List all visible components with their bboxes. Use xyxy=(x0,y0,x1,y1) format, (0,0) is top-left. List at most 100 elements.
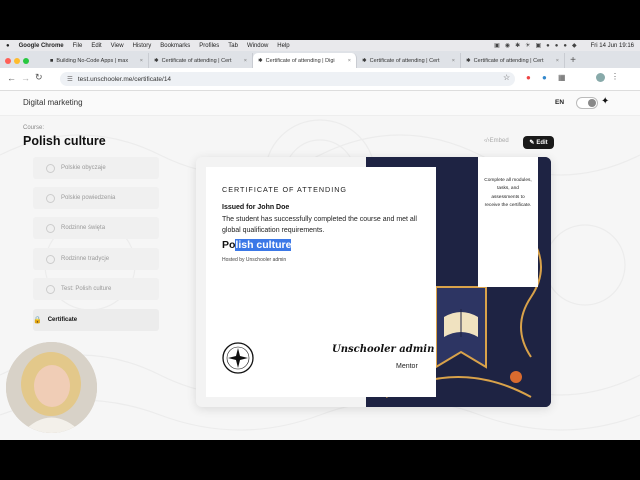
tab-label: Certificate of attending | Digi xyxy=(265,57,335,64)
signer-role: Mentor xyxy=(396,363,418,370)
edit-label: Edit xyxy=(536,139,548,146)
pencil-icon: ✎ xyxy=(529,140,535,146)
menubar-clock: Fri 14 Jun 19:16 xyxy=(590,42,634,49)
lock-icon: 🔒 xyxy=(33,317,42,324)
close-window-icon[interactable] xyxy=(5,57,11,64)
window-controls xyxy=(0,53,45,68)
address-url: test.unschooler.me/certificate/14 xyxy=(77,75,172,83)
app-name[interactable]: Google Chrome xyxy=(19,43,64,49)
menu-help[interactable]: Help xyxy=(277,43,289,49)
module-item[interactable]: Rodzinne tradycje xyxy=(33,248,159,270)
embed-button[interactable]: ‹/›Embed xyxy=(484,138,509,144)
module-label: Certificate xyxy=(47,317,78,323)
favicon-icon: ✱ xyxy=(258,57,263,64)
module-status-icon xyxy=(46,163,55,173)
browser-tabbar: ■ Building No-Code Apps | max × ✱ Certifica… xyxy=(0,51,640,68)
favicon-icon: ✱ xyxy=(154,57,159,64)
site-info-icon[interactable]: ☰ xyxy=(67,75,73,83)
course-title: Polish culture xyxy=(23,134,106,148)
close-tab-icon[interactable]: × xyxy=(137,58,143,64)
extension-icon[interactable]: ● xyxy=(542,73,547,82)
reload-icon[interactable]: ↻ xyxy=(35,72,43,83)
extensions-puzzle-icon[interactable]: ▦ xyxy=(558,73,566,82)
webcam-overlay xyxy=(6,342,97,433)
issued-for: Issued for John Doe xyxy=(222,204,290,211)
menu-history[interactable]: History xyxy=(133,43,152,49)
tab-label: Certificate of attending | Cert xyxy=(161,57,232,64)
hosted-by: Hosted by Unschooler admin xyxy=(222,257,287,263)
back-icon[interactable]: ← xyxy=(7,73,16,83)
certificate-card: Complete all modules, tasks, and assessm… xyxy=(196,157,551,407)
menu-file[interactable]: File xyxy=(73,43,83,49)
menu-profiles[interactable]: Profiles xyxy=(199,43,219,49)
theme-toggle[interactable] xyxy=(576,97,598,109)
sparkle-icon[interactable]: ✦ xyxy=(601,96,609,107)
edit-button[interactable]: ✎ Edit xyxy=(523,136,554,149)
language-selector[interactable]: EN xyxy=(555,99,564,106)
tab-label: Certificate of attending | Cert xyxy=(369,57,440,64)
tab-label: Certificate of attending | Cert xyxy=(473,57,544,64)
module-item[interactable]: Polskie powiedzenia xyxy=(33,187,159,209)
browser-tab[interactable]: ✱ Certificate of attending | Cert × xyxy=(461,53,565,68)
favicon-icon: ■ xyxy=(50,57,54,64)
forward-icon[interactable]: → xyxy=(21,73,30,83)
browser-tab[interactable]: ✱ Certificate of attending | Cert × xyxy=(149,53,253,68)
module-status-icon xyxy=(46,193,55,203)
extension-icon[interactable]: ● xyxy=(526,73,531,82)
apple-icon[interactable]: ● xyxy=(6,43,10,49)
browser-tab[interactable]: ✱ Certificate of attending | Cert × xyxy=(357,53,461,68)
favicon-icon: ✱ xyxy=(466,57,471,64)
module-label: Rodzinne tradycje xyxy=(61,256,110,262)
course-label: Course: xyxy=(23,125,45,131)
certificate-course-name: Polish culture xyxy=(222,239,292,251)
bookmark-star-icon[interactable]: ☆ xyxy=(503,73,510,82)
embed-label: Embed xyxy=(489,138,509,144)
close-tab-icon[interactable]: × xyxy=(553,58,559,64)
browser-toolbar: ← → ↻ ☰ test.unschooler.me/certificate/1… xyxy=(0,68,640,91)
more-menu-icon[interactable]: ⋮ xyxy=(611,72,619,81)
app-header: Digital marketing EN ✦ xyxy=(0,91,640,116)
browser-tab[interactable]: ■ Building No-Code Apps | max × xyxy=(45,53,149,68)
address-bar[interactable]: ☰ test.unschooler.me/certificate/14 xyxy=(60,72,515,86)
status-icons[interactable]: ▣◉✱☀▣●●●◆ xyxy=(494,42,581,49)
module-item[interactable]: Polskie obyczaje xyxy=(33,157,159,179)
close-tab-icon[interactable]: × xyxy=(345,58,351,64)
module-label: Test: Polish culture xyxy=(61,286,112,292)
certificate-description: The student has successfully completed t… xyxy=(222,216,417,234)
course-name-selection[interactable]: lish culture xyxy=(235,239,292,251)
minimize-window-icon[interactable] xyxy=(14,57,20,64)
browser-tab-active[interactable]: ✱ Certificate of attending | Digi × xyxy=(253,53,357,68)
menu-bookmarks[interactable]: Bookmarks xyxy=(160,43,190,49)
close-tab-icon[interactable]: × xyxy=(241,58,247,64)
menu-window[interactable]: Window xyxy=(247,43,268,49)
module-label: Polskie powiedzenia xyxy=(61,195,116,201)
close-tab-icon[interactable]: × xyxy=(449,58,455,64)
module-label: Polskie obyczaje xyxy=(61,165,106,171)
signature: Unschooler admin xyxy=(332,344,435,355)
certificate-heading: CERTIFICATE OF ATTENDING xyxy=(222,185,348,194)
module-item[interactable]: Rodzinne święta xyxy=(33,217,159,239)
seal-logo-icon xyxy=(222,342,254,374)
ribbon-text: Complete all modules, tasks, and assessm… xyxy=(484,178,532,209)
course-name-unselected: Po xyxy=(222,239,236,251)
toggle-knob-icon xyxy=(588,99,596,107)
profile-avatar[interactable] xyxy=(596,73,605,82)
module-status-icon xyxy=(46,223,55,233)
new-tab-icon[interactable]: + xyxy=(565,53,581,68)
favicon-icon: ✱ xyxy=(362,57,367,64)
info-ribbon: Complete all modules, tasks, and assessm… xyxy=(478,157,538,287)
certificate-body: CERTIFICATE OF ATTENDING Issued for John… xyxy=(206,167,436,397)
presenter-avatar xyxy=(6,342,97,433)
module-item-certificate[interactable]: 🔒 Certificate xyxy=(33,309,159,331)
module-item[interactable]: Test: Polish culture xyxy=(33,278,159,300)
module-status-icon xyxy=(46,254,55,264)
module-label: Rodzinne święta xyxy=(61,225,106,231)
macos-menubar: ● Google Chrome File Edit View History B… xyxy=(0,40,640,51)
menu-edit[interactable]: Edit xyxy=(91,43,101,49)
seal-svg xyxy=(222,342,254,374)
menu-tab[interactable]: Tab xyxy=(228,43,238,49)
maximize-window-icon[interactable] xyxy=(23,57,29,64)
menu-view[interactable]: View xyxy=(111,43,124,49)
header-title[interactable]: Digital marketing xyxy=(23,98,83,107)
tab-label: Building No-Code Apps | max xyxy=(56,57,129,64)
